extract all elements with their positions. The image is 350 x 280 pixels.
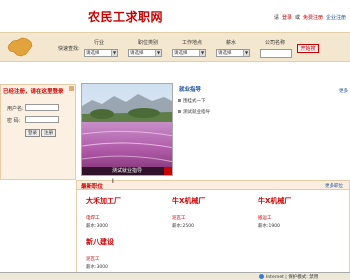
chevron-down-icon: ▼ bbox=[111, 50, 117, 56]
banner-badge-icon bbox=[164, 167, 172, 175]
job-position[interactable]: 电焊工 bbox=[86, 215, 121, 221]
location-select[interactable]: 请选择 ▼ bbox=[172, 49, 206, 57]
search-button[interactable]: 开始搜 bbox=[297, 44, 319, 53]
job-position[interactable]: 泥瓦工 bbox=[86, 256, 114, 262]
bullet-icon bbox=[178, 99, 181, 102]
company-name[interactable]: 牛X机械厂 bbox=[172, 196, 205, 206]
corner-icon bbox=[69, 86, 74, 91]
industry-select[interactable]: 请选择 ▼ bbox=[84, 49, 118, 57]
notice-item[interactable]: 测试就业指导 bbox=[178, 109, 210, 115]
location-label: 工作地点 bbox=[182, 40, 203, 46]
password-input[interactable] bbox=[25, 116, 59, 123]
banner-caption: 测试就业指导 bbox=[82, 167, 172, 175]
job-salary: 薪水:2500 bbox=[172, 224, 194, 229]
job-listing: 牛X机械厂 泥瓦工 薪水:2500 bbox=[172, 196, 205, 229]
login-title: 已经注册，请在这里登录 bbox=[3, 89, 64, 95]
status-bar: Internet | 保护模式: 禁用 bbox=[0, 272, 350, 280]
salary-label: 薪水 bbox=[226, 40, 237, 46]
text-cursor-icon: I bbox=[112, 178, 114, 185]
job-position[interactable]: 泥瓦工 bbox=[172, 215, 205, 221]
register-person-link[interactable]: 免费注册 bbox=[303, 15, 323, 21]
password-label: 密 码: bbox=[7, 118, 21, 124]
job-listing: 新八建设 泥瓦工 薪水:3000 bbox=[86, 237, 114, 270]
lavender-field-photo bbox=[82, 84, 172, 175]
industry-label: 行业 bbox=[94, 40, 105, 46]
top-links: 请登录或免费注册 企业注册 bbox=[271, 14, 346, 21]
job-listing: 大禾加工厂 电焊工 薪水:3000 bbox=[86, 196, 121, 229]
company-name[interactable]: 大禾加工厂 bbox=[86, 196, 121, 206]
company-name[interactable]: 新八建设 bbox=[86, 237, 114, 247]
chevron-down-icon: ▼ bbox=[243, 50, 249, 56]
company-name-label: 公司名称 bbox=[265, 40, 286, 46]
jobs-title: 最新职位 bbox=[81, 184, 104, 190]
bullet-icon bbox=[178, 110, 181, 113]
company-name[interactable]: 牛X机械厂 bbox=[258, 196, 291, 206]
chevron-down-icon: ▼ bbox=[199, 50, 205, 56]
username-input[interactable] bbox=[25, 104, 59, 111]
status-zone: Internet | 保护模式: 禁用 bbox=[266, 275, 319, 280]
or-text: 或 bbox=[294, 15, 300, 21]
site-title: 农民工求职网 bbox=[88, 10, 164, 24]
jobs-header: 最新职位 更多职位 bbox=[77, 181, 349, 190]
job-position[interactable]: 搬运工 bbox=[258, 215, 291, 221]
globe-icon bbox=[259, 274, 264, 279]
category-select[interactable]: 请选择 ▼ bbox=[128, 49, 162, 57]
job-salary: 薪水:3000 bbox=[86, 224, 108, 229]
username-label: 用户名: bbox=[7, 106, 24, 112]
notice-more-link[interactable]: 更多 bbox=[339, 88, 348, 94]
register-button[interactable]: 注册 bbox=[41, 129, 56, 137]
china-map-icon bbox=[7, 37, 33, 57]
register-company-link[interactable]: 企业注册 bbox=[326, 15, 346, 21]
login-button[interactable]: 登录 bbox=[25, 129, 40, 137]
job-salary: 薪水:3000 bbox=[86, 265, 108, 270]
banner-image[interactable]: 测试就业指导 bbox=[81, 83, 173, 176]
salary-select[interactable]: 请选择 ▼ bbox=[216, 49, 250, 57]
company-name-input[interactable] bbox=[260, 49, 292, 58]
jobs-more-link[interactable]: 更多职位 bbox=[325, 183, 343, 189]
notice-title: 就业指导 bbox=[179, 87, 202, 93]
search-bar: 快速查找: 行业 请选择 ▼ 职位类别 请选择 ▼ 工作地点 请选择 ▼ 薪水 请选择… bbox=[0, 32, 350, 62]
login-link[interactable]: 登录 bbox=[282, 15, 292, 21]
chevron-down-icon: ▼ bbox=[155, 50, 161, 56]
job-listing: 牛X机械厂 搬运工 薪水:1900 bbox=[258, 196, 291, 229]
greeting-text: 请 bbox=[273, 15, 279, 21]
notice-item[interactable]: 围挂式一下 bbox=[178, 98, 206, 104]
search-label: 快速查找: bbox=[58, 46, 80, 52]
latest-jobs-section: 最新职位 更多职位 大禾加工厂 电焊工 薪水:3000 牛X机械厂 泥瓦工 薪水… bbox=[76, 180, 350, 280]
login-box: 已经注册，请在这里登录 用户名: 密 码: 登录 注册 bbox=[0, 84, 76, 180]
category-label: 职位类别 bbox=[138, 40, 159, 46]
job-salary: 薪水:1900 bbox=[258, 224, 280, 229]
